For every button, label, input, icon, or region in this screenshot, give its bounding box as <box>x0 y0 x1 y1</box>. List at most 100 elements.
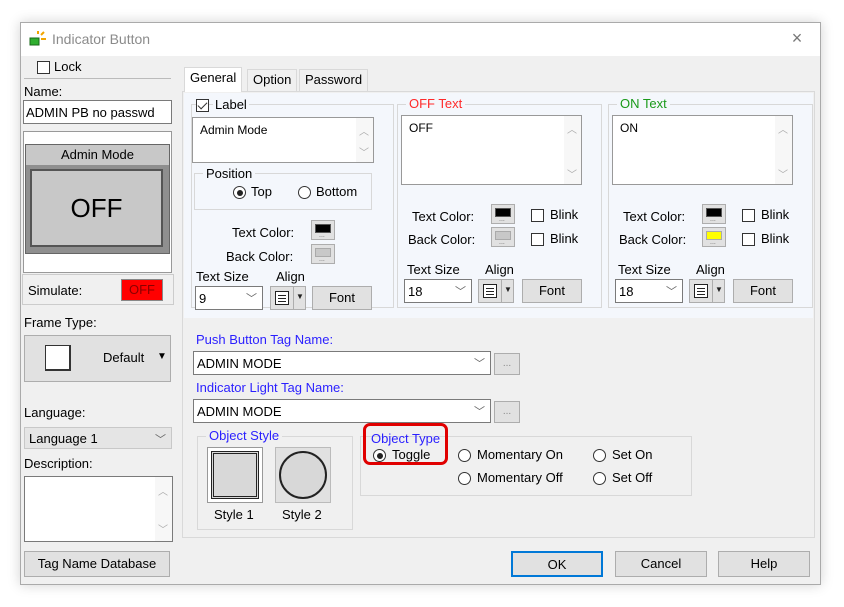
off-text-size-select[interactable]: 18 ﹀ <box>404 279 472 303</box>
tab-general[interactable]: General <box>184 67 243 92</box>
chevron-down-icon: ﹀ <box>666 286 677 298</box>
on-text-color-button[interactable]: ... <box>702 204 726 224</box>
cancel-button[interactable]: Cancel <box>615 551 707 577</box>
on-back-color-button[interactable]: ... <box>702 227 726 247</box>
on-text-input[interactable]: ON ︿ ﹀ <box>612 115 793 185</box>
scroll-down-icon[interactable]: ﹀ <box>359 144 369 159</box>
position-title: Position <box>203 167 256 181</box>
language-value: Language 1 <box>29 431 98 446</box>
label-text-size-select[interactable]: 9 ﹀ <box>195 286 263 310</box>
app-icon <box>29 31 46 46</box>
on-text-blink-checkbox[interactable] <box>742 209 755 222</box>
on-text-group: ON Text ON ︿ ﹀ Text Color: ... Blink Bac… <box>608 97 813 308</box>
label-text-color-button[interactable]: ... <box>311 220 335 240</box>
description-label: Description: <box>24 456 93 471</box>
off-back-blink-label: Blink <box>550 231 579 246</box>
simulate-toggle[interactable]: OFF <box>121 279 163 301</box>
preview-button: Admin Mode OFF <box>25 144 170 254</box>
description-textarea[interactable]: ︿ ﹀ <box>24 476 173 542</box>
position-bottom-label: Bottom <box>316 184 358 199</box>
name-label: Name: <box>24 84 63 99</box>
label-back-color-button[interactable]: ... <box>311 244 335 264</box>
language-select[interactable]: Language 1 ﹀ <box>24 427 172 449</box>
simulate-label: Simulate: <box>28 283 83 298</box>
style-1-button[interactable] <box>207 447 263 503</box>
off-text-size-label: Text Size <box>407 262 460 277</box>
tag-name-database-button[interactable]: Tag Name Database <box>24 551 170 577</box>
tab-password[interactable]: Password <box>299 69 369 91</box>
divider <box>24 78 171 79</box>
label-font-button[interactable]: Font <box>312 286 372 310</box>
on-align-button[interactable]: ▼ <box>689 279 725 303</box>
back-color-label: Back Color: <box>226 249 294 264</box>
window-title: Indicator Button <box>52 31 151 47</box>
scroll-up-icon[interactable]: ︿ <box>778 121 788 136</box>
set-off-radio[interactable] <box>593 472 606 485</box>
tab-option[interactable]: Option <box>247 69 298 91</box>
chevron-down-icon: ﹀ <box>246 293 257 305</box>
align-center-icon <box>694 284 708 298</box>
style-1-label: Style 1 <box>214 507 254 522</box>
scroll-up-icon[interactable]: ︿ <box>567 121 577 136</box>
momentary-on-label: Momentary On <box>477 447 563 462</box>
on-text-size-select[interactable]: 18 ﹀ <box>615 279 683 303</box>
align-center-icon <box>275 291 289 305</box>
label-text-input[interactable]: Admin Mode ︿ ﹀ <box>192 117 374 163</box>
indicator-tag-select[interactable]: ADMIN MODE ﹀ <box>193 399 491 423</box>
lock-label: Lock <box>54 59 82 74</box>
scroll-up-icon[interactable]: ︿ <box>359 123 369 138</box>
off-text-color-button[interactable]: ... <box>491 204 515 224</box>
help-button[interactable]: Help <box>718 551 810 577</box>
style-2-button[interactable] <box>275 447 331 503</box>
chevron-down-icon: ▼ <box>157 351 167 362</box>
off-text-blink-checkbox[interactable] <box>531 209 544 222</box>
label-group: Label Admin Mode ︿ ﹀ Position Top Bottom… <box>191 97 394 310</box>
language-label: Language: <box>24 405 86 420</box>
on-text-scrollbar[interactable]: ︿ ﹀ <box>775 116 792 184</box>
push-button-tag-select[interactable]: ADMIN MODE ﹀ <box>193 351 491 375</box>
on-back-blink-checkbox[interactable] <box>742 233 755 246</box>
off-font-button[interactable]: Font <box>522 279 582 303</box>
scroll-down-icon[interactable]: ﹀ <box>778 166 788 181</box>
off-align-label: Align <box>485 262 514 277</box>
align-center-icon <box>483 284 497 298</box>
square-style-icon <box>211 451 259 499</box>
off-back-color-button[interactable]: ... <box>491 227 515 247</box>
frame-type-dropdown[interactable]: Default ▼ <box>24 335 171 382</box>
set-on-label: Set On <box>612 447 653 462</box>
indicator-tag-browse-button[interactable]: ... <box>494 401 520 423</box>
off-text-input[interactable]: OFF ︿ ﹀ <box>401 115 582 185</box>
on-align-label: Align <box>696 262 725 277</box>
general-tab-panel: Label Admin Mode ︿ ﹀ Position Top Bottom… <box>182 91 815 538</box>
scroll-down-icon[interactable]: ﹀ <box>567 166 577 181</box>
frame-type-value: Default <box>103 350 145 365</box>
lock-checkbox[interactable] <box>37 61 50 74</box>
text-size-label: Text Size <box>196 269 249 284</box>
push-button-tag-browse-button[interactable]: ... <box>494 353 520 375</box>
preview-box: Admin Mode OFF <box>23 131 172 273</box>
momentary-on-radio[interactable] <box>458 449 471 462</box>
label-checkbox[interactable] <box>196 99 209 112</box>
name-input[interactable]: ADMIN PB no passwd <box>23 100 172 124</box>
label-group-title: Label <box>213 97 249 112</box>
position-group: Position Top Bottom <box>194 167 372 210</box>
position-top-radio[interactable] <box>233 186 246 199</box>
set-on-radio[interactable] <box>593 449 606 462</box>
on-font-button[interactable]: Font <box>733 279 793 303</box>
description-scrollbar[interactable]: ︿ ﹀ <box>155 477 172 541</box>
label-scrollbar[interactable]: ︿ ﹀ <box>356 118 373 162</box>
off-text-group: OFF Text OFF ︿ ﹀ Text Color: ... Blink B… <box>397 97 602 308</box>
momentary-off-radio[interactable] <box>458 472 471 485</box>
label-align-button[interactable]: ▼ <box>270 286 306 310</box>
indicator-tag-label: Indicator Light Tag Name: <box>196 380 344 395</box>
preview-label: Admin Mode <box>26 145 169 165</box>
ok-button[interactable]: OK <box>511 551 603 577</box>
off-back-color-label: Back Color: <box>408 232 476 247</box>
off-text-scrollbar[interactable]: ︿ ﹀ <box>564 116 581 184</box>
position-bottom-radio[interactable] <box>298 186 311 199</box>
scroll-down-icon[interactable]: ﹀ <box>158 521 168 536</box>
off-align-button[interactable]: ▼ <box>478 279 514 303</box>
scroll-up-icon[interactable]: ︿ <box>158 483 168 498</box>
off-back-blink-checkbox[interactable] <box>531 233 544 246</box>
close-icon[interactable]: × <box>788 29 806 47</box>
